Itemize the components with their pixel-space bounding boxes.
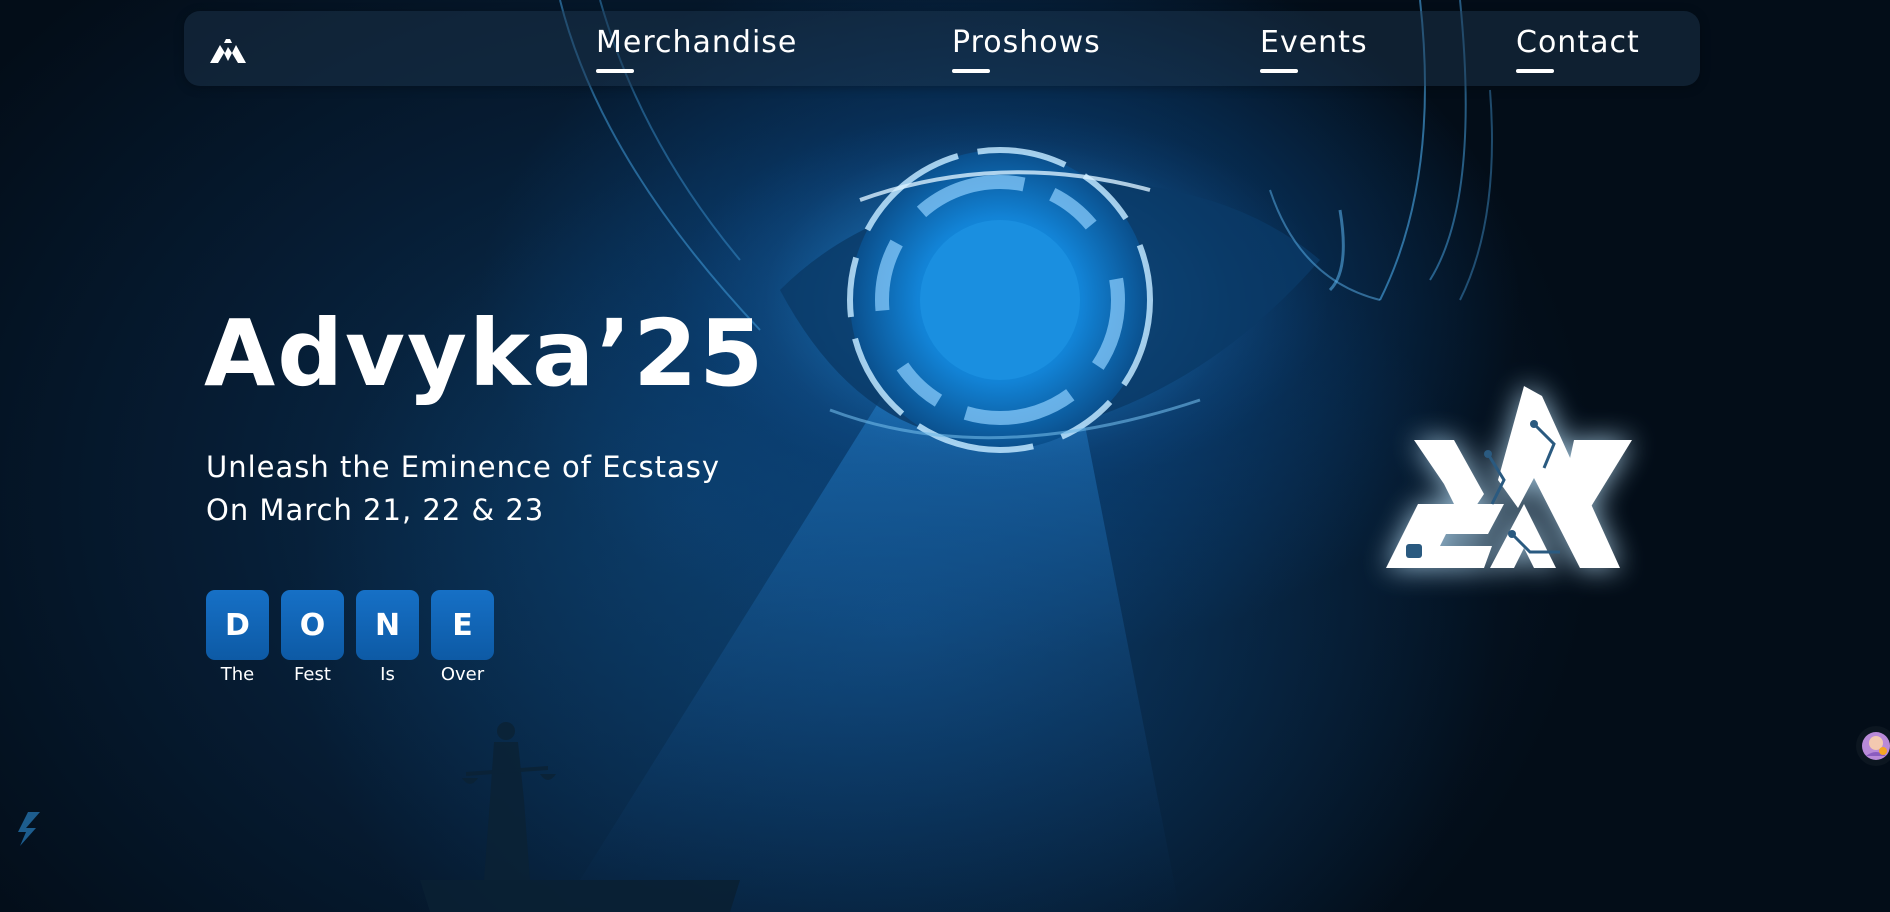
chat-widget-button[interactable] bbox=[1856, 726, 1890, 766]
nav-contact-label: Contact bbox=[1516, 25, 1640, 60]
tile-caption: The bbox=[220, 664, 255, 685]
status-tile: E Over bbox=[431, 590, 494, 685]
tile-letter: N bbox=[356, 590, 419, 660]
assistant-avatar-icon bbox=[1862, 732, 1890, 760]
nav-underline bbox=[952, 69, 990, 73]
tile-letter: O bbox=[281, 590, 344, 660]
top-navbar: Merchandise Proshows Events Contact bbox=[184, 11, 1700, 86]
hero-page: Merchandise Proshows Events Contact Advy… bbox=[0, 0, 1890, 912]
nav-underline bbox=[596, 69, 634, 73]
nav-underline bbox=[1516, 69, 1554, 73]
nav-proshows[interactable]: Proshows bbox=[952, 25, 1101, 73]
tile-caption: Over bbox=[440, 664, 485, 685]
tile-caption: Is bbox=[380, 664, 395, 685]
nav-proshows-label: Proshows bbox=[952, 25, 1101, 60]
status-tiles: D The O Fest N Is E Over bbox=[206, 590, 494, 685]
tile-caption: Fest bbox=[294, 664, 331, 685]
status-tile: O Fest bbox=[281, 590, 344, 685]
status-tile: D The bbox=[206, 590, 269, 685]
hero-dates: On March 21, 22 & 23 bbox=[206, 493, 545, 527]
advyka-logo-icon[interactable] bbox=[208, 33, 248, 65]
tile-letter: E bbox=[431, 590, 494, 660]
tile-letter: D bbox=[206, 590, 269, 660]
nav-underline bbox=[1260, 69, 1298, 73]
lightning-badge-icon[interactable] bbox=[14, 810, 46, 848]
hero-tagline: Unleash the Eminence of Ecstasy bbox=[206, 450, 720, 484]
advyka-emblem-icon bbox=[1386, 386, 1632, 568]
hero-title: Advyka’25 bbox=[204, 300, 766, 407]
nav-events-label: Events bbox=[1260, 25, 1368, 60]
nav-events[interactable]: Events bbox=[1260, 25, 1368, 73]
status-tile: N Is bbox=[356, 590, 419, 685]
nav-contact[interactable]: Contact bbox=[1516, 25, 1640, 73]
nav-merchandise[interactable]: Merchandise bbox=[596, 25, 798, 73]
nav-merchandise-label: Merchandise bbox=[596, 25, 798, 60]
